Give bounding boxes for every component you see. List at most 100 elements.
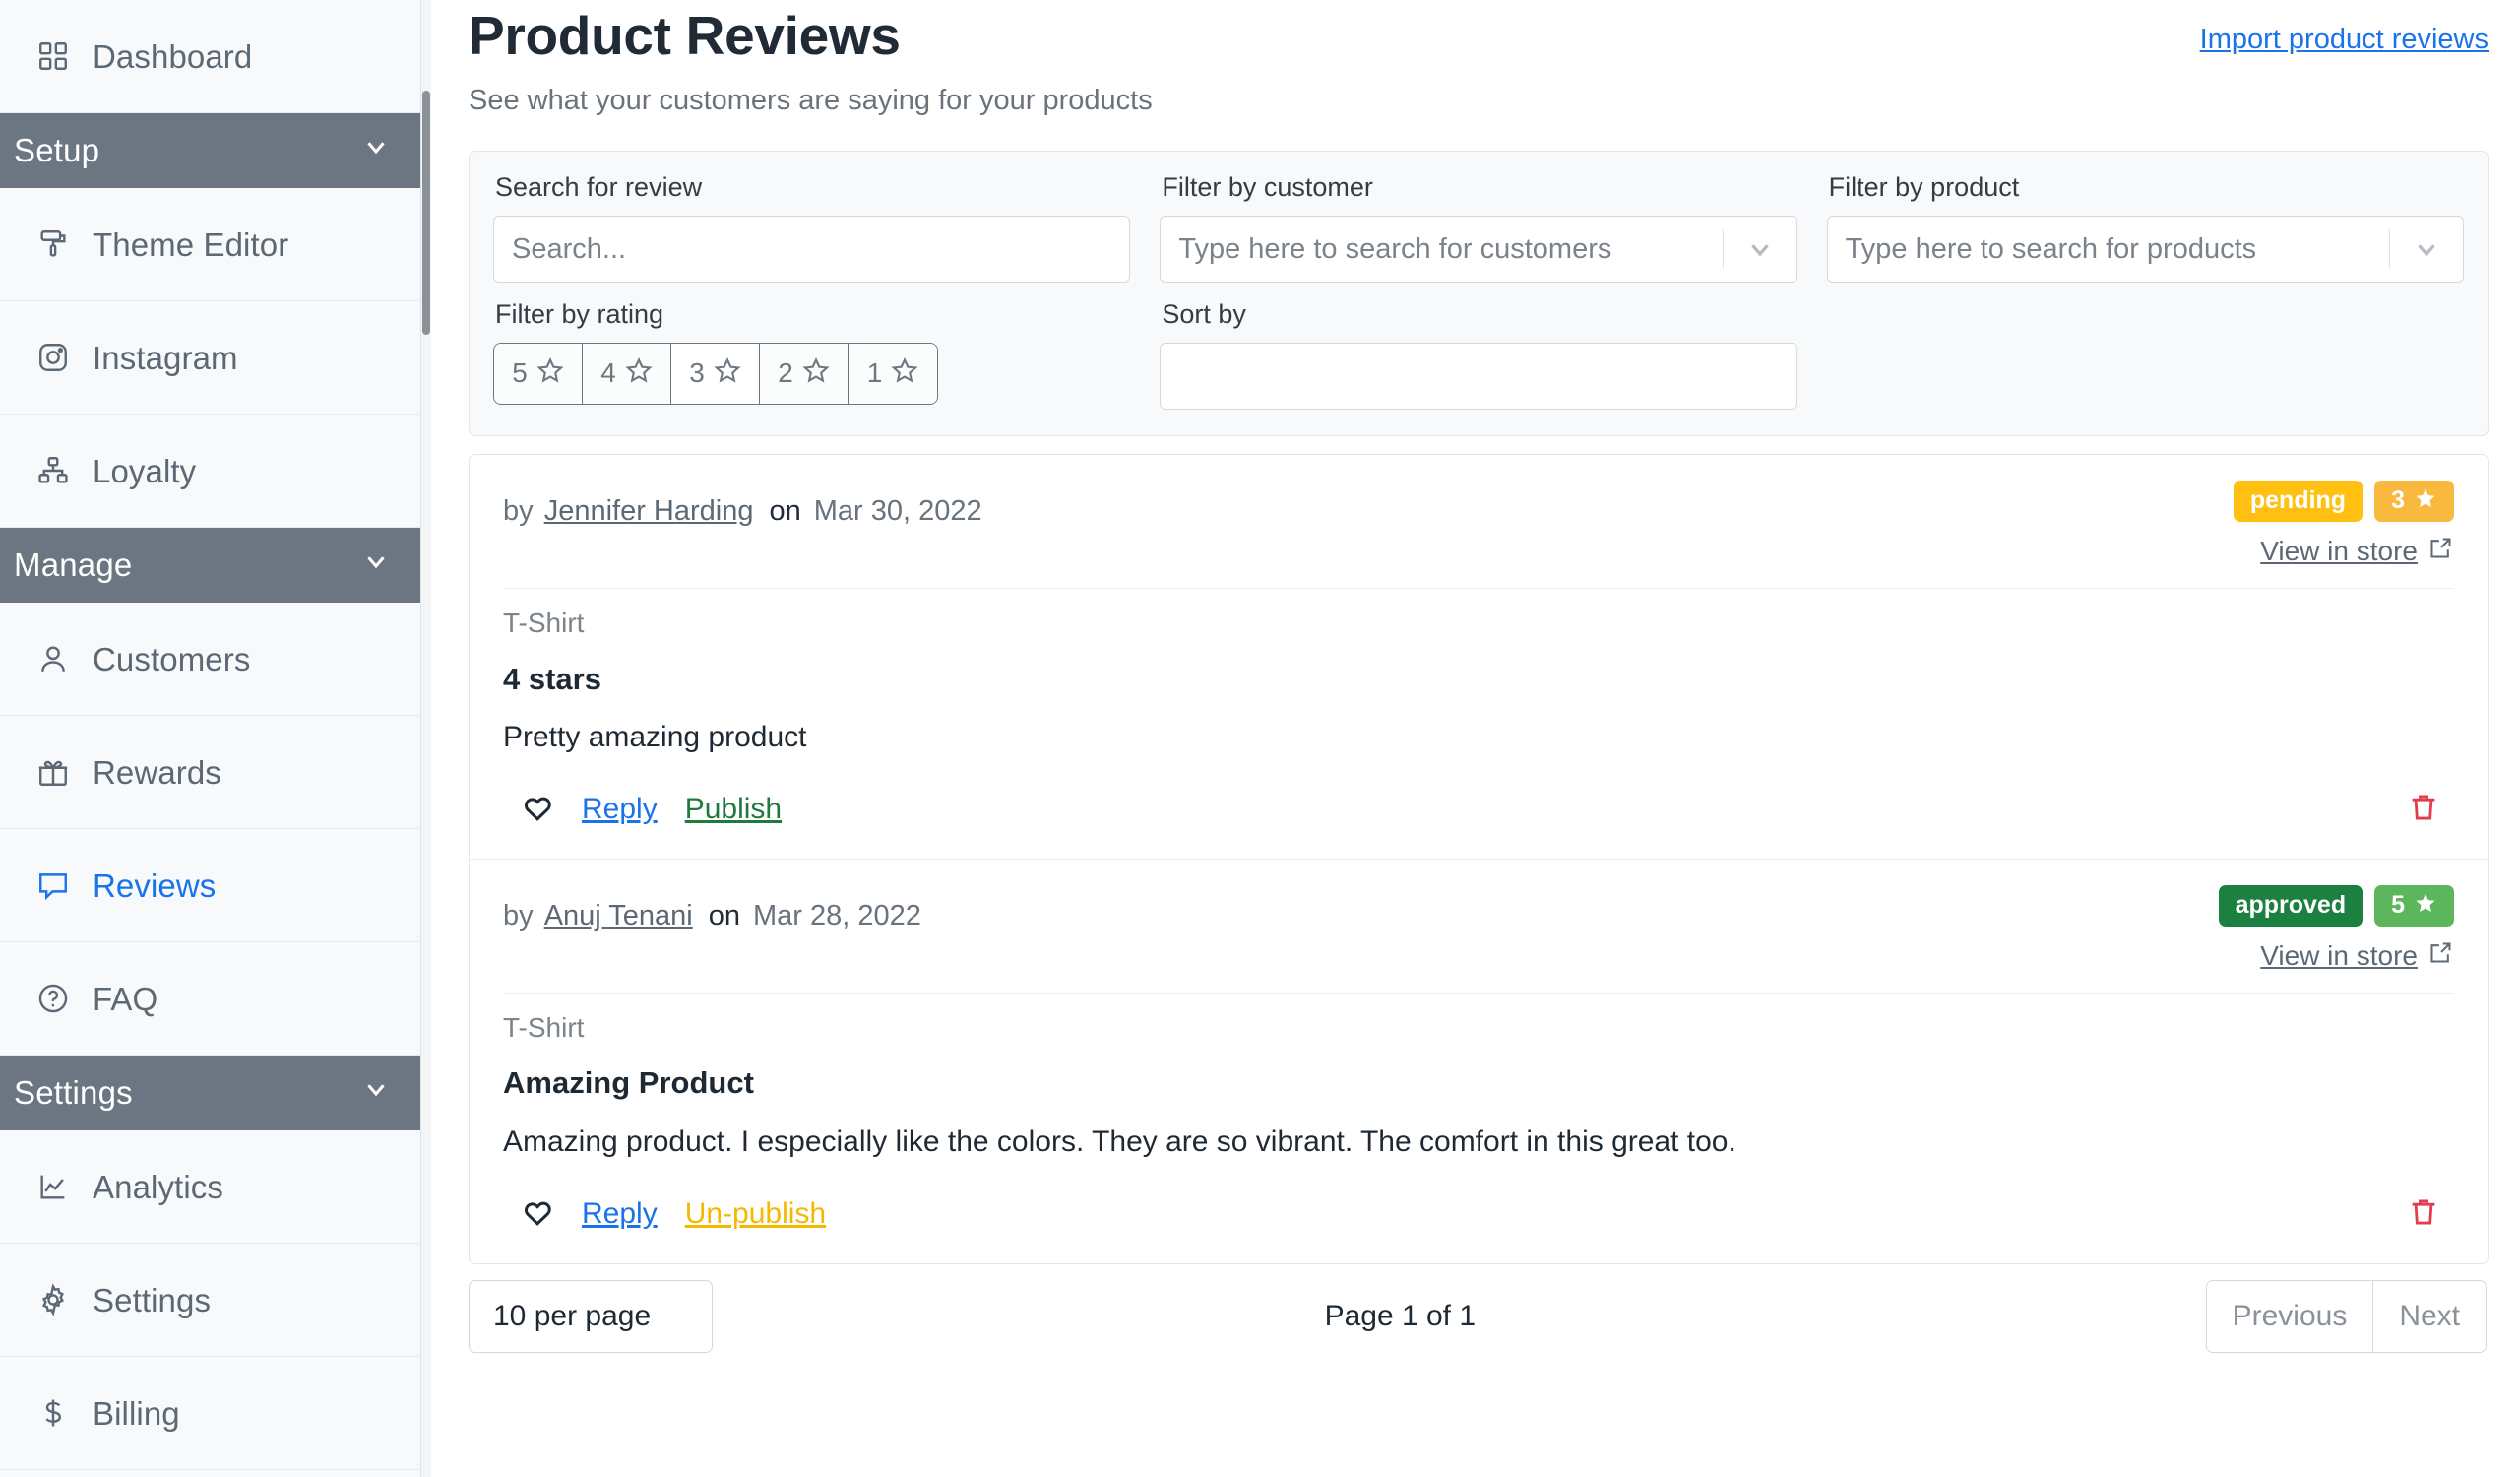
chevron-down-icon[interactable] [1724, 234, 1796, 264]
rating-filter-group: Filter by rating 5 4 3 2 1 [493, 299, 1130, 410]
review-product-name: T-Shirt [503, 607, 585, 638]
sidebar-section-settings[interactable]: Settings [0, 1056, 420, 1130]
customer-filter-group: Filter by customer Type here to search f… [1160, 173, 1797, 284]
view-in-store-link[interactable]: View in store [2234, 535, 2454, 568]
product-filter-label: Filter by product [1828, 172, 2020, 203]
sidebar-item-label: Settings [93, 1281, 212, 1318]
pagination: 10 per page Page 1 of 1 Previous Next [469, 1270, 2488, 1353]
star-outline-icon [536, 356, 564, 391]
publish-link[interactable]: Publish [685, 793, 782, 826]
byline-prefix: by [503, 899, 534, 931]
main-content: Product Reviews See what your customers … [421, 0, 2520, 1477]
pager-buttons: Previous Next [2205, 1279, 2487, 1353]
filter-row-2: Filter by rating 5 4 3 2 1 Sort by [493, 299, 2464, 410]
search-input[interactable]: Search... [493, 216, 1131, 284]
star-outline-icon [714, 356, 741, 391]
filter-spacer [1827, 300, 2464, 410]
reply-link[interactable]: Reply [582, 793, 658, 826]
rating-filter-5-star[interactable]: 5 [494, 343, 583, 404]
rating-filter-3-star[interactable]: 3 [671, 343, 760, 404]
delete-review-button[interactable] [2407, 1195, 2454, 1234]
rating-filter-2-star[interactable]: 2 [760, 343, 849, 404]
sidebar-item-analytics[interactable]: Analytics [0, 1130, 420, 1244]
sidebar-item-theme-editor[interactable]: Theme Editor [0, 188, 420, 301]
rating-badge-value: 5 [2391, 891, 2405, 920]
app-root: Dashboard Setup Theme Editor Instagram Loyal… [0, 0, 2520, 1477]
review-actions-left: Reply Un-publish [503, 1195, 826, 1234]
review-divider [503, 992, 2454, 994]
search-label: Search for review [495, 172, 703, 203]
chevron-down-icon[interactable] [361, 1074, 391, 1112]
trash-icon [2407, 795, 2440, 828]
unpublish-link[interactable]: Un-publish [685, 1197, 826, 1231]
star-outline-icon [891, 356, 918, 391]
sidebar: Dashboard Setup Theme Editor Instagram Loyal… [0, 0, 421, 1477]
review-title: Amazing Product [503, 1065, 754, 1101]
page-header: Product Reviews See what your customers … [449, 0, 2488, 117]
review-author-link[interactable]: Jennifer Harding [544, 495, 754, 527]
sidebar-section-manage[interactable]: Manage [0, 528, 420, 603]
per-page-select[interactable]: 10 per page [469, 1279, 713, 1353]
delete-review-button[interactable] [2407, 791, 2454, 829]
reply-link[interactable]: Reply [582, 1197, 658, 1231]
review-actions: Reply Un-publish [503, 1160, 2454, 1263]
customer-filter-select[interactable]: Type here to search for customers [1160, 216, 1797, 284]
sidebar-item-billing[interactable]: Billing [0, 1357, 420, 1470]
sidebar-item-customers[interactable]: Customers [0, 603, 420, 716]
sidebar-item-label: Billing [93, 1394, 180, 1432]
sidebar-item-instagram[interactable]: Instagram [0, 301, 420, 415]
sidebar-item-reviews[interactable]: Reviews [0, 829, 420, 942]
byline-on: on [769, 494, 801, 527]
heart-icon[interactable] [521, 791, 554, 829]
rating-filter-label: Filter by rating [495, 299, 664, 330]
sidebar-item-rewards[interactable]: Rewards [0, 716, 420, 829]
review-actions: Reply Publish [503, 755, 2454, 859]
sidebar-item-settings[interactable]: Settings [0, 1244, 420, 1357]
sidebar-item-loyalty[interactable]: Loyalty [0, 415, 420, 528]
sidebar-item-dashboard[interactable]: Dashboard [0, 0, 420, 113]
rating-filter-4-star[interactable]: 4 [583, 343, 671, 404]
sidebar-item-faq[interactable]: FAQ [0, 942, 420, 1056]
status-badge: approved [2218, 884, 2363, 927]
status-badge: pending [2233, 480, 2363, 522]
sidebar-section-label: Setup [14, 132, 100, 168]
sidebar-item-label: Instagram [93, 339, 238, 376]
chevron-down-icon[interactable] [2390, 234, 2463, 264]
view-in-store-link[interactable]: View in store [2219, 939, 2454, 973]
view-in-store-label: View in store [2260, 535, 2418, 566]
review-badges: approved 5 [2218, 884, 2454, 927]
sidebar-section-setup[interactable]: Setup [0, 113, 420, 188]
chevron-down-icon[interactable] [361, 546, 391, 584]
question-circle-icon [35, 981, 71, 1016]
sort-by-label: Sort by [1162, 299, 1246, 330]
sort-by-select[interactable] [1160, 342, 1797, 410]
product-filter-select[interactable]: Type here to search for products [1826, 216, 2464, 284]
review-header: by Anuj Tenani on Mar 28, 2022 approved 5 Vie… [503, 884, 2454, 973]
hierarchy-icon [35, 453, 71, 488]
instagram-icon [35, 340, 71, 375]
page-indicator: Page 1 of 1 [1324, 1299, 1477, 1332]
import-product-reviews-link[interactable]: Import product reviews [2200, 24, 2488, 56]
content-scrollbar[interactable] [421, 0, 431, 1477]
previous-page-button[interactable]: Previous [2207, 1280, 2374, 1352]
star-filled-icon [2414, 891, 2437, 920]
next-page-button[interactable]: Next [2373, 1281, 2486, 1352]
search-filter-group: Search for review Search... [493, 172, 1131, 284]
external-link-icon [2427, 535, 2454, 568]
review-item: by Anuj Tenani on Mar 28, 2022 approved 5 Vie… [470, 858, 2488, 1263]
chat-bubble-icon [35, 867, 71, 903]
product-filter-group: Filter by product Type here to search fo… [1826, 172, 2464, 284]
sidebar-item-label: FAQ [93, 980, 158, 1017]
sidebar-item-label: Theme Editor [93, 225, 289, 263]
scrollbar-thumb[interactable] [422, 91, 430, 335]
rating-filter-1-star[interactable]: 1 [849, 343, 937, 404]
trash-icon [2407, 1199, 2440, 1233]
chevron-down-icon[interactable] [361, 132, 391, 169]
sort-filter-group: Sort by [1160, 299, 1797, 410]
heart-icon[interactable] [521, 1195, 554, 1234]
rating-filter-value: 2 [778, 357, 793, 389]
view-in-store-label: View in store [2260, 939, 2418, 971]
review-author-link[interactable]: Anuj Tenani [544, 900, 693, 931]
rating-filter-value: 4 [600, 357, 616, 389]
review-meta: approved 5 View in store [2218, 884, 2454, 973]
